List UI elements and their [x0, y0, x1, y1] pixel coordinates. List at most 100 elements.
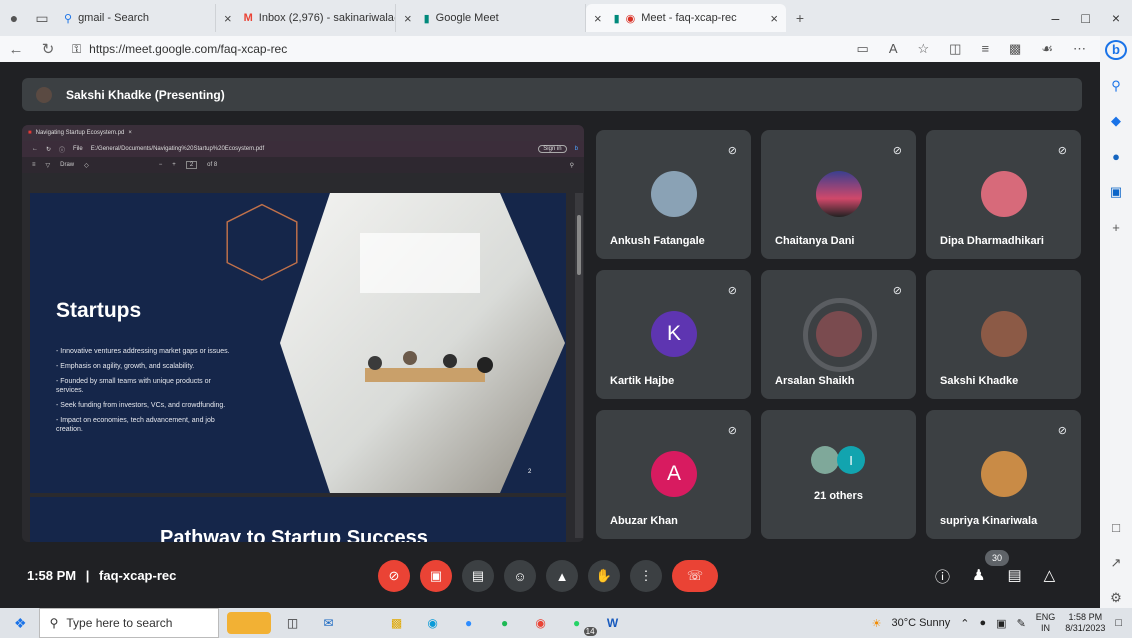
extensions-icon[interactable]: ☙ [1041, 41, 1053, 57]
whatsapp-badge: 14 [583, 627, 597, 636]
raise-hand-button[interactable]: ✋ [588, 560, 620, 592]
url-field[interactable]: ⚿ https://meet.google.com/faq-xcap-rec [72, 42, 287, 57]
person-shape [477, 357, 493, 373]
weather-icon: ☀ [871, 617, 882, 630]
leave-call-button[interactable]: ☏ [672, 560, 718, 592]
bullet: - Seek funding from investors, VCs, and … [56, 402, 226, 409]
participant-tile[interactable]: ⊘ Arsalan Shaikh [761, 270, 916, 399]
participant-name: Sakshi Khadke [940, 375, 1019, 387]
participant-tile[interactable]: ⊘ Dipa Dharmadhikari [926, 130, 1081, 259]
split-screen-icon[interactable]: ◫ [949, 41, 961, 57]
whatsapp-icon[interactable]: ● 14 [563, 612, 597, 636]
task-view-icon[interactable]: ◫ [279, 612, 307, 634]
avatar [981, 171, 1027, 217]
mic-toggle-button[interactable]: ⊘ [378, 560, 410, 592]
word-icon[interactable]: W [599, 612, 627, 634]
new-tab-button[interactable]: + [786, 4, 814, 32]
chrome-icon[interactable]: ◉ [527, 612, 555, 634]
zoom-icon[interactable]: ● [455, 612, 483, 634]
meeting-time: 1:58 PM [27, 568, 77, 583]
draw-label: Draw [60, 162, 75, 168]
weather-text[interactable]: 30°C Sunny [891, 617, 950, 629]
add-icon[interactable]: + [1105, 218, 1127, 238]
tray-app-icon[interactable]: ▣ [996, 617, 1006, 630]
profile-icon[interactable]: ● [0, 4, 28, 32]
read-aloud-icon[interactable]: A [889, 41, 898, 57]
collections-icon[interactable]: ▩ [1009, 41, 1021, 57]
participant-tile[interactable]: ⊘ K Kartik Hajbe [596, 270, 751, 399]
meeting-details-icon[interactable]: ⓘ [935, 566, 950, 587]
meeting-info: 1:58 PM | faq-xcap-rec [27, 568, 176, 583]
camera-toggle-button[interactable]: ▣ [420, 560, 452, 592]
tag-icon[interactable]: ◆ [1105, 111, 1127, 131]
mail-icon[interactable]: ✉ [315, 612, 343, 634]
captions-icon: ▤ [471, 568, 485, 583]
favorites-icon[interactable]: ≡ [981, 41, 989, 57]
avatar [651, 171, 697, 217]
clock[interactable]: 1:58 PM 8/31/2023 [1065, 612, 1105, 634]
favorite-star-icon[interactable]: ☆ [918, 41, 930, 57]
reactions-button[interactable]: ☺ [504, 560, 536, 592]
outlook-icon[interactable]: ▣ [1105, 182, 1127, 202]
chat-icon[interactable]: ▤ [1007, 566, 1021, 587]
language-indicator[interactable]: ENG IN [1036, 612, 1056, 634]
close-icon[interactable]: × [404, 11, 412, 26]
settings-gear-icon[interactable]: ⚙ [1105, 589, 1127, 609]
hexagon-outline-shape [226, 203, 298, 281]
phone-hangup-icon: ☏ [686, 568, 704, 583]
tab-google-meet[interactable]: × ▮ Google Meet [396, 4, 586, 32]
pen-icon[interactable]: ✎ [1017, 617, 1026, 630]
spotify-icon[interactable]: ● [491, 612, 519, 634]
others-tile[interactable]: I 21 others [761, 410, 916, 539]
refresh-icon[interactable]: ↻ [32, 40, 64, 58]
taskbar-search-input[interactable]: ⚲ Type here to search [38, 608, 219, 638]
restore-icon[interactable]: □ [1081, 10, 1089, 26]
tab-label: Google Meet [435, 12, 499, 24]
search-icon[interactable]: ⚲ [1105, 76, 1127, 96]
participant-tile[interactable]: Sakshi Khadke [926, 270, 1081, 399]
sidebar-layout-icon[interactable]: □ [1105, 518, 1127, 538]
mic-off-icon: ⊘ [727, 285, 737, 297]
activities-icon[interactable]: △ [1044, 566, 1056, 587]
office-icon[interactable]: ● [1105, 147, 1127, 167]
next-slide-title: Pathway to Startup Success [160, 527, 428, 542]
notification-icon[interactable]: □ [1115, 617, 1122, 629]
tab-label: Meet - faq-xcap-rec [641, 12, 737, 24]
tab-actions-icon[interactable]: ▭ [28, 4, 56, 32]
minimize-icon[interactable]: – [1052, 10, 1060, 26]
tab-gmail-inbox[interactable]: × M Inbox (2,976) - sakinariwala@gm [216, 4, 396, 32]
edge-icon[interactable]: ◉ [419, 612, 447, 634]
more-menu-icon[interactable]: ⋯ [1073, 41, 1086, 57]
close-window-icon[interactable]: × [1112, 10, 1120, 26]
screen-cast-icon[interactable]: ▭ [857, 41, 869, 57]
tab-gmail-search[interactable]: ⚲ gmail - Search [56, 4, 216, 32]
tab-meet-active[interactable]: × ▮ ◉ Meet - faq-xcap-rec × [586, 4, 786, 32]
tray-chevron-icon[interactable]: ⌃ [960, 617, 969, 630]
participant-tile[interactable]: ⊘ Ankush Fatangale [596, 130, 751, 259]
close-icon[interactable]: × [770, 11, 778, 26]
external-link-icon[interactable]: ↗ [1105, 553, 1127, 573]
windows-taskbar: ❖ ⚲ Type here to search ◫ ✉ ▩ ◉ ● ● ◉ ● 1… [0, 608, 1132, 638]
participant-tile[interactable]: ⊘ A Abuzar Khan [596, 410, 751, 539]
bing-chat-icon[interactable]: b [1105, 40, 1127, 60]
participant-tile[interactable]: ⊘ Chaitanya Dani [761, 130, 916, 259]
file-explorer-icon[interactable]: ▩ [383, 612, 411, 634]
present-button[interactable]: ▲ [546, 560, 578, 592]
participant-tile[interactable]: ⊘ supriya Kinariwala [926, 410, 1081, 539]
meet-area: Sakshi Khadke (Presenting) ■ Navigating … [0, 62, 1100, 608]
close-icon[interactable]: × [594, 11, 602, 26]
search-highlight-icon[interactable] [226, 612, 271, 634]
close-icon[interactable]: × [224, 11, 232, 26]
captions-button[interactable]: ▤ [462, 560, 494, 592]
windows-start-icon[interactable]: ❖ [14, 615, 27, 632]
page-number-box: 2 [185, 161, 198, 169]
file-label: File [73, 146, 83, 152]
more-options-button[interactable]: ⋮ [630, 560, 662, 592]
avatar [811, 446, 839, 474]
back-icon[interactable]: ← [0, 41, 32, 58]
bullet: - Impact on economies, tech advancement,… [56, 417, 215, 433]
person-shape [403, 351, 417, 365]
people-icon[interactable]: ♟ [972, 566, 985, 587]
mic-tray-icon[interactable]: ● [980, 617, 987, 629]
search-icon: ⚲ [64, 12, 73, 25]
